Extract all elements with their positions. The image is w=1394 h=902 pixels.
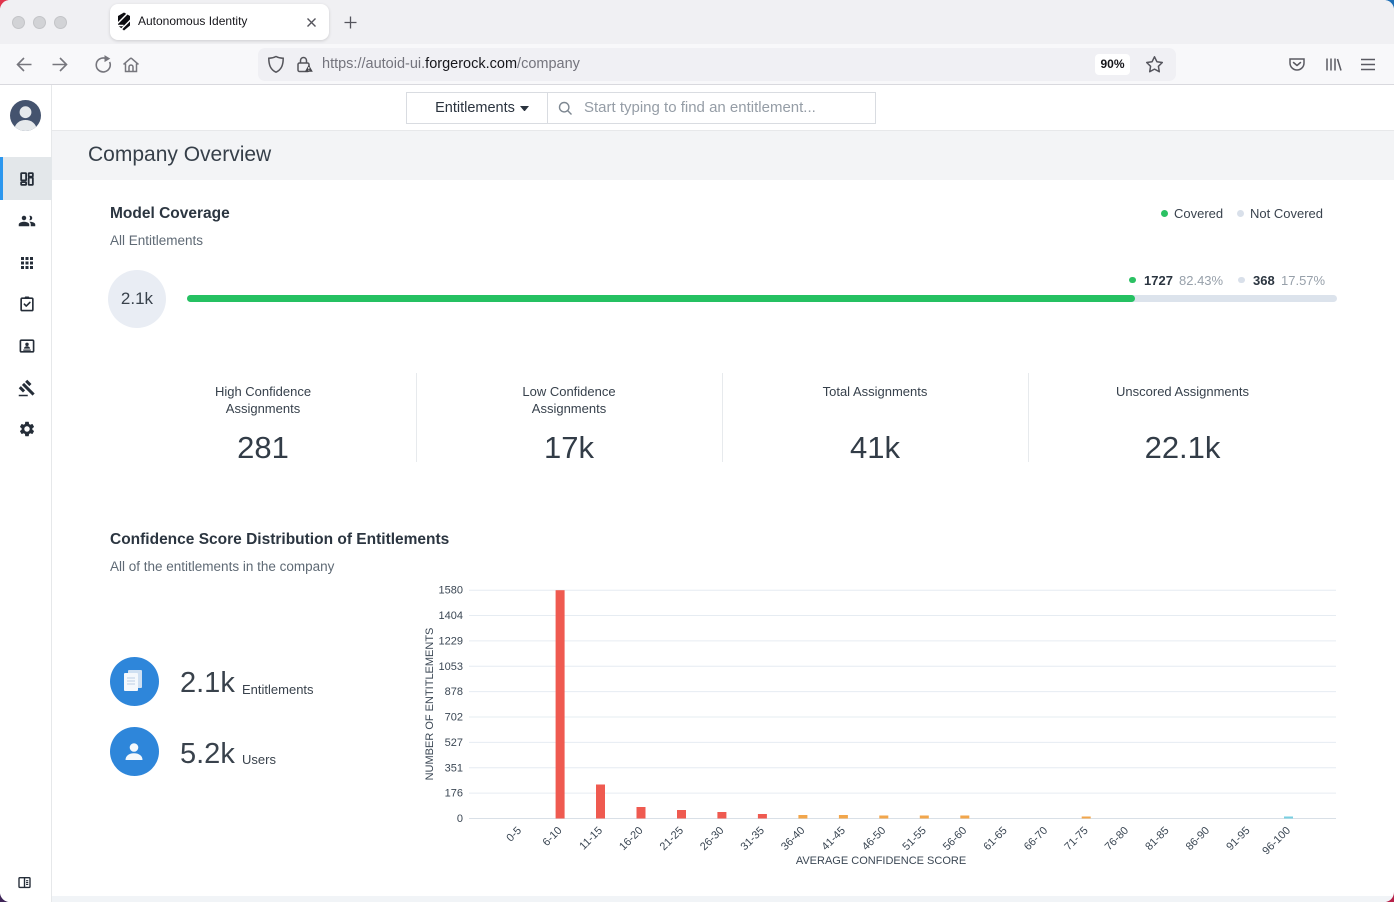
svg-text:0: 0 <box>457 813 463 825</box>
svg-text:1053: 1053 <box>439 661 463 673</box>
svg-text:11-15: 11-15 <box>577 825 605 853</box>
svg-text:NUMBER OF ENTITLEMENTS: NUMBER OF ENTITLEMENTS <box>424 628 436 781</box>
svg-text:81-85: 81-85 <box>1143 825 1171 853</box>
svg-text:61-65: 61-65 <box>981 825 1009 853</box>
svg-text:56-60: 56-60 <box>941 825 969 853</box>
svg-text:66-70: 66-70 <box>1022 825 1050 853</box>
svg-text:96-100: 96-100 <box>1260 825 1293 858</box>
svg-text:46-50: 46-50 <box>860 825 888 853</box>
svg-text:1404: 1404 <box>439 610 463 622</box>
svg-text:176: 176 <box>445 788 463 800</box>
svg-text:21-25: 21-25 <box>658 825 686 853</box>
svg-text:351: 351 <box>445 762 463 774</box>
svg-text:91-95: 91-95 <box>1224 825 1252 853</box>
svg-text:1229: 1229 <box>439 635 463 647</box>
svg-text:76-80: 76-80 <box>1103 825 1131 853</box>
svg-text:41-45: 41-45 <box>820 825 848 853</box>
svg-text:71-75: 71-75 <box>1062 825 1090 853</box>
svg-text:36-40: 36-40 <box>779 825 807 853</box>
svg-text:AVERAGE CONFIDENCE SCORE: AVERAGE CONFIDENCE SCORE <box>796 855 966 867</box>
svg-text:51-55: 51-55 <box>900 825 928 853</box>
svg-text:26-30: 26-30 <box>698 825 726 853</box>
svg-text:702: 702 <box>445 712 463 724</box>
svg-text:31-35: 31-35 <box>739 825 767 853</box>
svg-text:878: 878 <box>445 686 463 698</box>
svg-text:6-10: 6-10 <box>541 825 565 849</box>
svg-text:527: 527 <box>445 737 463 749</box>
svg-text:16-20: 16-20 <box>617 825 645 853</box>
svg-text:1580: 1580 <box>439 585 463 597</box>
svg-text:0-5: 0-5 <box>504 825 524 845</box>
svg-text:86-90: 86-90 <box>1184 825 1212 853</box>
